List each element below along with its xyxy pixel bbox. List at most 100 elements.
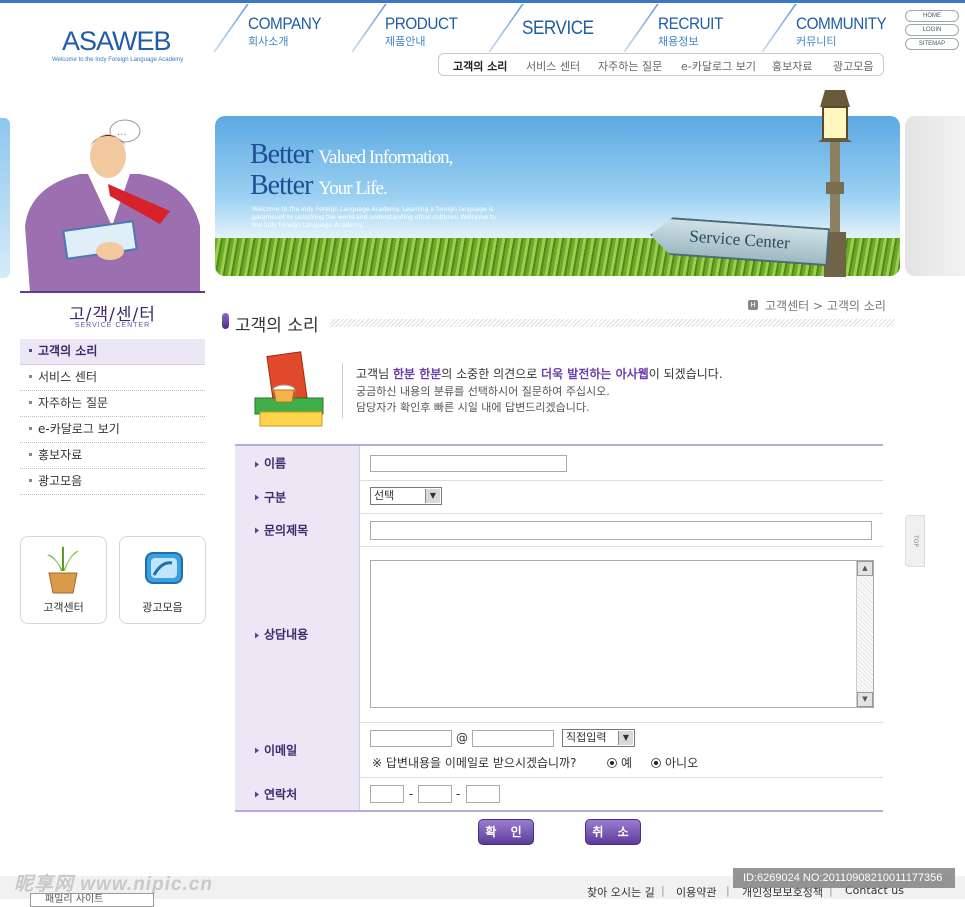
content-textarea[interactable]: ▲ ▼	[370, 560, 874, 708]
footer-link-directions[interactable]: 찾아 오시는 길	[587, 884, 655, 900]
left-nav-ads[interactable]: 광고모음	[20, 469, 205, 495]
gnav-community-en: COMMUNITY	[796, 14, 887, 33]
form-label-cell: 이메일	[235, 722, 360, 777]
footer-link-terms[interactable]: 이용약관	[676, 884, 716, 900]
radio-yes-icon[interactable]	[607, 757, 617, 768]
textarea-scrollbar[interactable]	[856, 561, 873, 707]
businessman-illustration-icon: ...	[25, 119, 200, 292]
gnav-recruit[interactable]: RECRUIT 채용정보	[658, 14, 730, 54]
email-id-input[interactable]	[370, 730, 452, 747]
form-label-subject: 문의제목	[255, 521, 308, 538]
email-reply-yes[interactable]: 예	[607, 754, 632, 771]
left-edge-decoration	[0, 118, 10, 278]
banner-text: Your Life.	[318, 178, 387, 199]
phone-part3-input[interactable]	[466, 785, 500, 803]
name-input[interactable]	[370, 455, 567, 472]
form-label-content: 상담내용	[255, 626, 308, 643]
scroll-up-icon[interactable]: ▲	[857, 561, 873, 576]
category-select-value: 선택	[374, 489, 395, 502]
left-nav-label: 자주하는 질문	[38, 396, 109, 410]
util-sitemap-button[interactable]: SITEMAP	[905, 38, 959, 50]
left-menu-title-en: SERVICE CENTER	[74, 322, 151, 329]
title-pattern-line	[330, 319, 895, 327]
subnav-pr[interactable]: 홍보자료	[772, 58, 812, 74]
left-nav-label: 홍보자료	[38, 448, 83, 462]
banner-small-text: Welcome to the Indy Foreign Language Aca…	[252, 206, 496, 229]
logo[interactable]: ASAWEB	[62, 26, 172, 57]
banner-headline-2: Better Your Life.	[250, 170, 388, 202]
left-nav-faq[interactable]: 자주하는 질문	[20, 391, 205, 417]
nav-divider	[761, 4, 797, 52]
form-label-email: 이메일	[255, 741, 297, 758]
confirm-button[interactable]: 확 인	[478, 819, 534, 845]
util-login-button[interactable]: LOGIN	[905, 24, 959, 36]
intro-line-3: 담당자가 확인후 빠른 시일 내에 답변드리겠습니다.	[356, 401, 590, 414]
banner-headline-1: Better Valued Information,	[250, 139, 453, 171]
left-nav-service-center[interactable]: 서비스 센터	[20, 365, 205, 391]
footer-separator: |	[726, 884, 730, 897]
email-reply-no[interactable]: 아니오	[651, 754, 698, 771]
footer-separator: |	[661, 884, 665, 897]
nav-divider	[351, 4, 387, 52]
scroll-down-icon[interactable]: ▼	[857, 692, 873, 707]
form-label-name: 이름	[255, 455, 286, 472]
phone-dash: -	[456, 787, 461, 801]
phone-part1-input[interactable]	[370, 785, 404, 803]
quick-customer-center[interactable]: 고객센터	[20, 536, 107, 624]
gnav-recruit-ko: 채용정보	[658, 35, 699, 48]
sub-navigation: 고객의 소리 서비스 센터 자주하는 질문 e-카달로그 보기 홍보자료 광고모…	[438, 53, 884, 76]
phone-part2-input[interactable]	[418, 785, 452, 803]
util-home-button[interactable]: HOME	[905, 10, 959, 22]
page-title: 고객의 소리	[235, 316, 319, 336]
form-row-category: 구분 선택 ▼	[235, 480, 883, 514]
email-domain-select-value: 직접입력	[566, 731, 607, 744]
dropdown-arrow-icon: ▼	[425, 489, 440, 503]
gnav-product-en: PRODUCT	[385, 14, 458, 33]
scroll-top-button[interactable]: TOP	[905, 515, 925, 567]
subnav-catalog[interactable]: e-카달로그 보기	[681, 58, 756, 74]
subnav-faq[interactable]: 자주하는 질문	[598, 58, 662, 74]
gnav-product[interactable]: PRODUCT 제품안내	[385, 14, 466, 54]
phone-dash: -	[409, 787, 414, 801]
quick-ads[interactable]: 광고모음	[119, 536, 206, 624]
gnav-service[interactable]: SERVICE	[522, 18, 602, 58]
form-label-cell: 연락처	[235, 777, 360, 810]
subject-input[interactable]	[370, 521, 872, 540]
left-nav-catalog[interactable]: e-카달로그 보기	[20, 417, 205, 443]
gnav-product-ko: 제품안내	[385, 35, 426, 48]
left-nav-label: 서비스 센터	[38, 370, 98, 384]
gnav-community-ko: 커뮤니티	[796, 35, 837, 48]
subnav-service-center[interactable]: 서비스 센터	[526, 58, 580, 74]
home-icon: H	[748, 300, 758, 310]
form-row-email: 이메일 @ 직접입력 ▼ ※ 답변내용을 이메일로 받으시겠습니까? 예 아니오	[235, 722, 883, 778]
image-id-overlay: ID:6269024 NO:20110908210011177356	[733, 868, 955, 888]
radio-no-icon[interactable]	[651, 757, 661, 768]
bullet-icon	[29, 401, 32, 404]
form-row-subject: 문의제목	[235, 513, 883, 547]
form-row-name: 이름	[235, 446, 883, 481]
intro-separator	[342, 363, 343, 418]
cancel-button[interactable]: 취 소	[585, 819, 641, 845]
family-site-select[interactable]: 패밀리 사이트	[30, 893, 154, 907]
form-label-cell: 상담내용	[235, 546, 360, 722]
banner-text: Valued Information,	[318, 147, 453, 168]
inquiry-form: 이름 구분 선택 ▼ 문의제목 상담내용 ▲ ▼ 이메일 @ 직접입력 ▼ ※ 답변…	[235, 444, 883, 812]
subnav-ads[interactable]: 광고모음	[833, 58, 873, 74]
category-select[interactable]: 선택 ▼	[370, 487, 442, 505]
email-domain-input[interactable]	[472, 730, 554, 747]
bullet-icon	[29, 349, 32, 352]
email-domain-select[interactable]: 직접입력 ▼	[562, 729, 635, 747]
left-nav-pr[interactable]: 홍보자료	[20, 443, 205, 469]
gnav-company[interactable]: COMPANY 회사소개	[248, 14, 329, 54]
intro-highlight: 한분 한분	[392, 367, 442, 381]
intro-line-1: 고객님 한분 한분의 소중한 의견으로 더욱 발전하는 아사웹이 되겠습니다.	[356, 365, 723, 382]
gnav-community[interactable]: COMMUNITY 커뮤니티	[796, 14, 896, 54]
nav-divider	[488, 4, 524, 52]
subnav-voice[interactable]: 고객의 소리	[453, 58, 507, 74]
intro-text: 의 소중한 의견으로	[441, 367, 542, 381]
form-row-phone: 연락처 - -	[235, 777, 883, 810]
plant-pot-icon	[47, 547, 79, 594]
left-nav-voice[interactable]: 고객의 소리	[20, 339, 205, 365]
dropdown-arrow-icon: ▼	[618, 731, 633, 745]
form-label-cell: 구분	[235, 480, 360, 513]
